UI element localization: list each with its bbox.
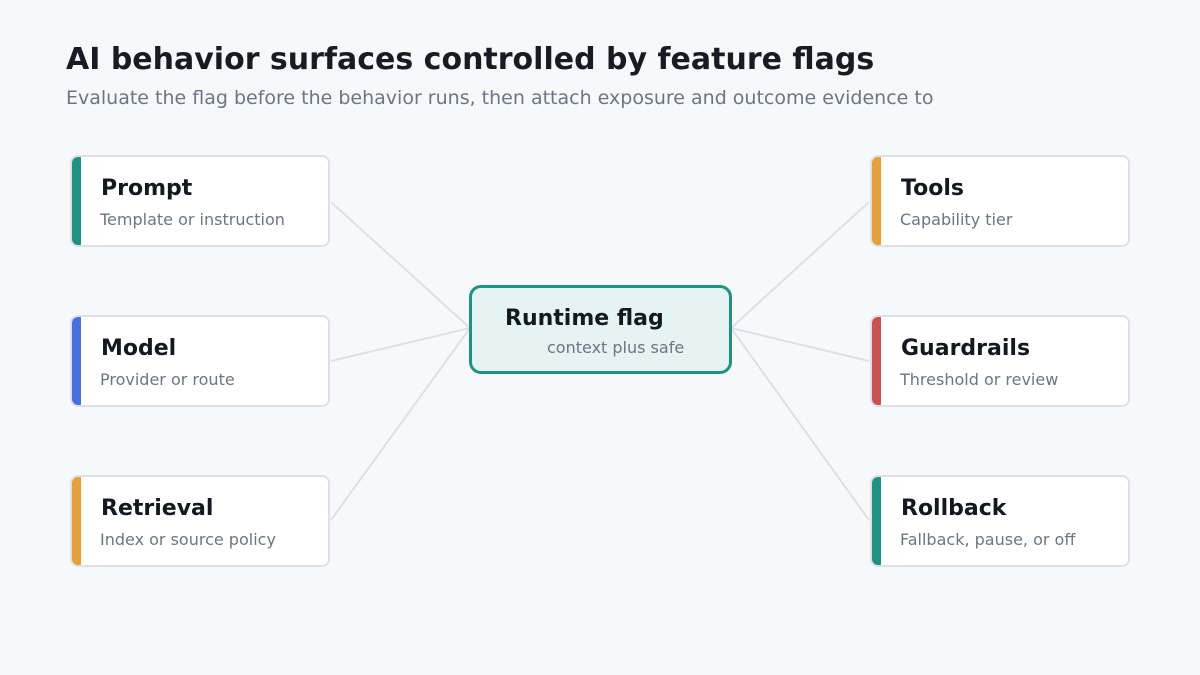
node-title: Prompt — [101, 176, 193, 201]
node-tools: Tools Capability tier — [870, 155, 1130, 247]
node-model: Model Provider or route — [70, 315, 330, 407]
node-accent-bar — [872, 157, 881, 245]
node-accent-bar — [72, 157, 81, 245]
node-subtitle: Template or instruction — [100, 210, 285, 229]
node-accent-bar — [872, 477, 881, 565]
node-guardrails: Guardrails Threshold or review — [870, 315, 1130, 407]
hub-subtitle: context plus safe — [547, 338, 685, 357]
node-subtitle: Fallback, pause, or off — [900, 530, 1076, 549]
hub-title: Runtime flag — [505, 306, 664, 331]
node-prompt: Prompt Template or instruction — [70, 155, 330, 247]
node-title: Guardrails — [901, 336, 1031, 361]
node-title: Tools — [901, 176, 964, 201]
node-title: Retrieval — [101, 496, 214, 521]
node-subtitle: Threshold or review — [900, 370, 1059, 389]
node-rollback: Rollback Fallback, pause, or off — [870, 475, 1130, 567]
hub-runtime-flag: Runtime flag context plus safe — [469, 285, 732, 374]
connector-prompt — [330, 201, 471, 329]
node-subtitle: Capability tier — [900, 210, 1013, 229]
node-title: Rollback — [901, 496, 1007, 521]
node-accent-bar — [872, 317, 881, 405]
node-accent-bar — [72, 317, 81, 405]
node-title: Model — [101, 336, 177, 361]
node-subtitle: Index or source policy — [100, 530, 276, 549]
node-subtitle: Provider or route — [100, 370, 235, 389]
connector-tools — [730, 201, 870, 329]
node-accent-bar — [72, 477, 81, 565]
node-retrieval: Retrieval Index or source policy — [70, 475, 330, 567]
